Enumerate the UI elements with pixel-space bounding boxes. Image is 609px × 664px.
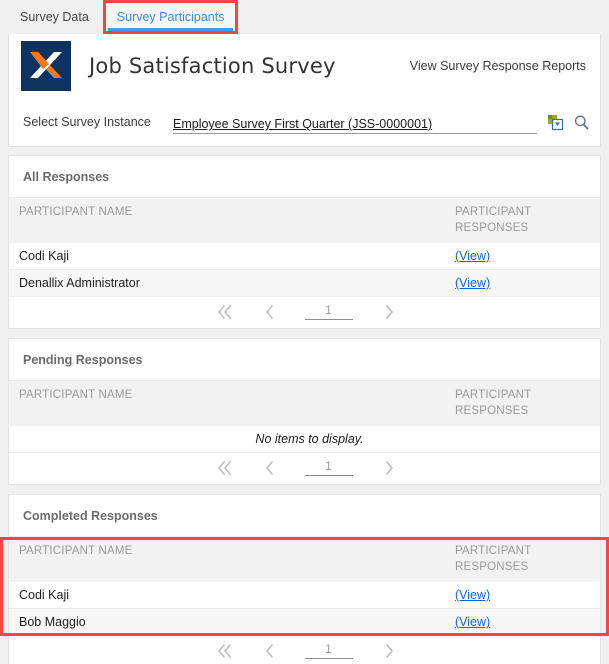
table-row[interactable]: Denallix Administrator (View) <box>9 269 600 298</box>
double-chevron-left-icon[interactable] <box>215 460 233 476</box>
pager-page-input[interactable] <box>304 459 353 477</box>
cell-participant-responses: (View) <box>445 608 600 637</box>
view-link[interactable]: (View) <box>455 615 490 629</box>
chevron-left-icon[interactable] <box>263 460 275 476</box>
chevron-right-icon[interactable] <box>383 304 395 320</box>
select-survey-instance-value[interactable]: Employee Survey First Quarter (JSS-00000… <box>173 117 432 131</box>
section-title: Pending Responses <box>9 339 600 382</box>
pager <box>9 453 600 485</box>
pager <box>9 297 600 329</box>
search-icon[interactable] <box>573 114 590 131</box>
section-title: All Responses <box>9 156 600 198</box>
section-all-responses: All Responses PARTICIPANT NAME PARTICIPA… <box>8 155 601 330</box>
cell-participant-name: Denallix Administrator <box>9 269 445 298</box>
view-survey-response-reports-link[interactable]: View Survey Response Reports <box>410 59 590 73</box>
column-participant-responses: PARTICIPANT RESPONSES <box>445 381 600 427</box>
column-participant-name: PARTICIPANT NAME <box>9 381 445 427</box>
participants-table: PARTICIPANT NAME PARTICIPANT RESPONSES C… <box>9 537 600 637</box>
tab-active-underline <box>107 28 234 31</box>
cell-participant-name: Codi Kaji <box>9 582 445 610</box>
tab-survey-participants[interactable]: Survey Participants <box>102 0 239 34</box>
section-pending-responses: Pending Responses PARTICIPANT NAME PARTI… <box>8 338 601 486</box>
double-chevron-left-icon[interactable] <box>215 304 233 320</box>
participants-table: PARTICIPANT NAME PARTICIPANT RESPONSES C… <box>9 198 600 298</box>
view-link[interactable]: (View) <box>455 249 490 263</box>
table-empty-row: No items to display. <box>9 426 600 454</box>
table-header-row: PARTICIPANT NAME PARTICIPANT RESPONSES <box>9 198 600 244</box>
app-header: Job Satisfaction Survey View Survey Resp… <box>9 34 600 98</box>
participants-table: PARTICIPANT NAME PARTICIPANT RESPONSES N… <box>9 381 600 454</box>
cell-participant-name: Codi Kaji <box>9 243 445 271</box>
x-logo-icon <box>21 41 71 91</box>
cell-participant-responses: (View) <box>445 269 600 298</box>
table-row[interactable]: Codi Kaji (View) <box>9 582 600 610</box>
select-survey-instance-field[interactable]: Employee Survey First Quarter (JSS-00000… <box>173 110 537 134</box>
cell-participant-name: Bob Maggio <box>9 608 445 637</box>
page-title: Job Satisfaction Survey <box>89 54 336 78</box>
survey-header-panel: Job Satisfaction Survey View Survey Resp… <box>8 34 601 147</box>
pager-page-input[interactable] <box>304 303 353 321</box>
column-participant-responses: PARTICIPANT RESPONSES <box>445 537 600 583</box>
select-survey-instance-label: Select Survey Instance <box>23 115 151 129</box>
column-participant-responses: PARTICIPANT RESPONSES <box>445 198 600 244</box>
tab-survey-data-label: Survey Data <box>20 10 89 24</box>
view-link[interactable]: (View) <box>455 588 490 602</box>
filter-dropdown-icon[interactable] <box>547 114 564 131</box>
view-link[interactable]: (View) <box>455 276 490 290</box>
table-row[interactable]: Bob Maggio (View) <box>9 608 600 637</box>
tab-survey-participants-label: Survey Participants <box>116 10 225 24</box>
chevron-right-icon[interactable] <box>383 643 395 659</box>
table-header-row: PARTICIPANT NAME PARTICIPANT RESPONSES <box>9 537 600 583</box>
column-participant-name: PARTICIPANT NAME <box>9 198 445 244</box>
section-completed-responses: Completed Responses PARTICIPANT NAME PAR… <box>0 494 609 664</box>
select-survey-instance-icons <box>537 114 590 131</box>
cell-participant-responses: (View) <box>445 243 600 271</box>
table-row[interactable]: Codi Kaji (View) <box>9 243 600 271</box>
double-chevron-left-icon[interactable] <box>215 643 233 659</box>
cell-participant-responses: (View) <box>445 582 600 610</box>
tab-strip: Survey Data Survey Participants <box>0 0 609 34</box>
pager <box>9 636 600 664</box>
chevron-right-icon[interactable] <box>383 460 395 476</box>
table-header-row: PARTICIPANT NAME PARTICIPANT RESPONSES <box>9 381 600 427</box>
section-title: Completed Responses <box>9 495 600 538</box>
tab-survey-data[interactable]: Survey Data <box>6 0 103 34</box>
column-participant-name: PARTICIPANT NAME <box>9 537 445 583</box>
pager-page-input[interactable] <box>304 642 353 660</box>
chevron-left-icon[interactable] <box>263 304 275 320</box>
empty-message: No items to display. <box>9 426 600 454</box>
chevron-left-icon[interactable] <box>263 643 275 659</box>
select-survey-instance-row: Select Survey Instance Employee Survey F… <box>9 98 600 146</box>
